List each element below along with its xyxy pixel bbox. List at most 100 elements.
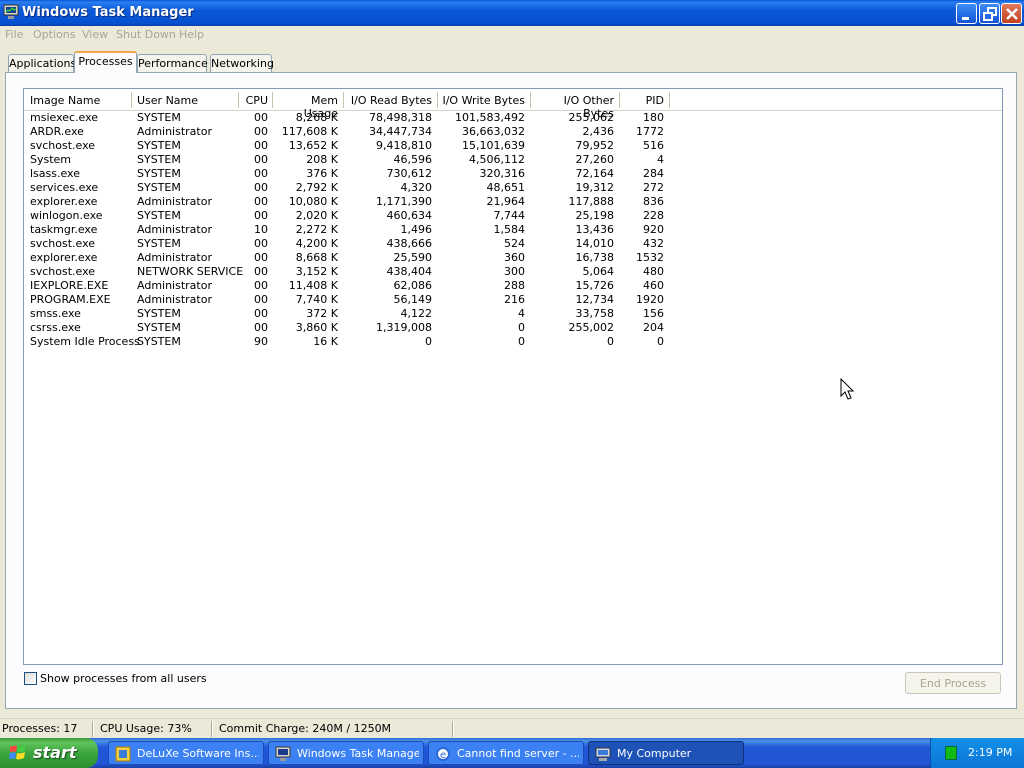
tab-networking[interactable]: Networking xyxy=(210,54,274,72)
process-row[interactable]: csrss.exe SYSTEM 00 3,860 K 1,319,008 0 255,00… xyxy=(24,321,684,335)
tray-cpu-meter-icon[interactable] xyxy=(945,746,957,760)
cell-mem-usage: 4,200 K xyxy=(295,237,338,250)
show-all-users-checkbox[interactable] xyxy=(24,672,37,685)
minimize-button[interactable] xyxy=(956,3,977,24)
mouse-pointer-icon xyxy=(840,378,855,400)
tab-processes[interactable]: Processes xyxy=(74,51,137,73)
start-button[interactable]: start xyxy=(0,738,98,768)
taskbar-item-label: DeLuXe Software Ins... xyxy=(137,747,259,760)
taskbar-item-internet-explorer[interactable]: e Cannot find server - ... xyxy=(428,741,584,765)
tab-performance[interactable]: Performance xyxy=(137,54,208,72)
process-row[interactable]: explorer.exe Administrator 00 8,668 K 25,590… xyxy=(24,251,684,265)
process-row[interactable]: winlogon.exe SYSTEM 00 2,020 K 460,634 7,744 2… xyxy=(24,209,684,223)
process-row[interactable]: svchost.exe SYSTEM 00 13,652 K 9,418,810 15,1… xyxy=(24,139,684,153)
cell-image-name: csrss.exe xyxy=(30,321,81,334)
cell-io-other: 0 xyxy=(607,335,614,348)
cell-io-write: 48,651 xyxy=(486,181,526,194)
restore-button[interactable] xyxy=(979,3,1000,24)
cell-mem-usage: 10,080 K xyxy=(288,195,338,208)
column-divider[interactable] xyxy=(343,92,344,108)
cell-io-other: 117,888 xyxy=(568,195,615,208)
close-button[interactable] xyxy=(1001,3,1022,24)
task-manager-icon xyxy=(275,746,291,761)
column-io-write[interactable]: I/O Write Bytes xyxy=(439,89,525,111)
column-mem-usage[interactable]: Mem Usage xyxy=(274,89,338,120)
column-divider[interactable] xyxy=(530,92,531,108)
column-divider[interactable] xyxy=(238,92,239,108)
taskbar-item-deluxe[interactable]: DeLuXe Software Ins... xyxy=(108,741,264,765)
cell-user-name: SYSTEM xyxy=(137,167,181,180)
menu-options[interactable]: Options xyxy=(33,28,75,41)
cell-io-read: 56,149 xyxy=(393,293,433,306)
cell-io-other: 255,062 xyxy=(568,111,615,124)
title-bar[interactable]: Windows Task Manager xyxy=(0,0,1024,26)
cell-cpu: 00 xyxy=(254,153,268,166)
menu-bar: File Options View Shut Down Help xyxy=(0,26,1024,45)
process-row[interactable]: smss.exe SYSTEM 00 372 K 4,122 4 33,758 156 xyxy=(24,307,684,321)
process-row[interactable]: taskmgr.exe Administrator 10 2,272 K 1,496 1,… xyxy=(24,223,684,237)
cell-user-name: Administrator xyxy=(137,125,212,138)
process-list[interactable]: Image Name User Name CPU Mem Usage I/O R… xyxy=(23,88,1003,665)
cell-user-name: Administrator xyxy=(137,293,212,306)
process-row[interactable]: svchost.exe NETWORK SERVICE 00 3,152 K 438,4… xyxy=(24,265,684,279)
column-pid[interactable]: PID xyxy=(621,89,664,111)
cell-io-read: 9,418,810 xyxy=(376,139,432,152)
cell-image-name: svchost.exe xyxy=(30,265,96,278)
cell-io-write: 0 xyxy=(518,321,525,334)
column-divider[interactable] xyxy=(131,92,132,108)
end-process-button[interactable]: End Process xyxy=(905,672,1001,694)
clock[interactable]: 2:19 PM xyxy=(968,746,1012,759)
cell-io-other: 12,734 xyxy=(575,293,615,306)
column-divider[interactable] xyxy=(669,92,670,108)
column-io-other[interactable]: I/O Other Bytes xyxy=(532,89,614,120)
process-row[interactable]: svchost.exe SYSTEM 00 4,200 K 438,666 524 14,0… xyxy=(24,237,684,251)
process-row[interactable]: System SYSTEM 00 208 K 46,596 4,506,112 27,260… xyxy=(24,153,684,167)
cell-io-other: 72,164 xyxy=(575,167,615,180)
status-divider xyxy=(452,721,454,737)
process-row[interactable]: lsass.exe SYSTEM 00 376 K 730,612 320,316 72,1… xyxy=(24,167,684,181)
menu-help[interactable]: Help xyxy=(179,28,204,41)
menu-file[interactable]: File xyxy=(5,28,23,41)
process-row[interactable]: explorer.exe Administrator 00 10,080 K 1,171… xyxy=(24,195,684,209)
menu-view[interactable]: View xyxy=(82,28,108,41)
process-row[interactable]: ARDR.exe Administrator 00 117,608 K 34,447,7… xyxy=(24,125,684,139)
show-all-users-label[interactable]: Show processes from all users xyxy=(40,672,207,685)
cell-mem-usage: 8,268 K xyxy=(295,111,338,124)
column-image-name[interactable]: Image Name xyxy=(30,89,130,111)
cell-user-name: SYSTEM xyxy=(137,139,181,152)
process-row[interactable]: PROGRAM.EXE Administrator 00 7,740 K 56,149 2… xyxy=(24,293,684,307)
column-io-read[interactable]: I/O Read Bytes xyxy=(345,89,432,111)
taskbar-item-task-manager[interactable]: Windows Task Manager xyxy=(268,741,424,765)
taskbar-item-my-computer[interactable]: My Computer xyxy=(588,741,744,765)
column-divider[interactable] xyxy=(437,92,438,108)
column-divider[interactable] xyxy=(619,92,620,108)
cell-cpu: 00 xyxy=(254,321,268,334)
windows-logo-icon xyxy=(9,745,26,760)
minimize-icon xyxy=(962,17,969,20)
cell-io-read: 46,596 xyxy=(393,153,433,166)
cell-mem-usage: 7,740 K xyxy=(295,293,338,306)
cell-cpu: 00 xyxy=(254,181,268,194)
menu-shut-down[interactable]: Shut Down xyxy=(116,28,176,41)
column-divider[interactable] xyxy=(272,92,273,108)
process-row[interactable]: System Idle Process SYSTEM 90 16 K 0 0 0 0 xyxy=(24,335,684,349)
system-tray: 2:19 PM xyxy=(930,738,1024,768)
cell-cpu: 00 xyxy=(254,139,268,152)
tab-applications[interactable]: Applications xyxy=(8,54,76,72)
column-user-name[interactable]: User Name xyxy=(137,89,237,111)
cell-image-name: explorer.exe xyxy=(30,251,98,264)
process-row[interactable]: IEXPLORE.EXE Administrator 00 11,408 K 62,08… xyxy=(24,279,684,293)
cell-mem-usage: 13,652 K xyxy=(288,139,338,152)
process-row[interactable]: msiexec.exe SYSTEM 00 8,268 K 78,498,318 101,… xyxy=(24,111,684,125)
cell-user-name: NETWORK SERVICE xyxy=(137,265,244,278)
cell-image-name: services.exe xyxy=(30,181,99,194)
cell-cpu: 00 xyxy=(254,293,268,306)
cell-cpu: 00 xyxy=(254,307,268,320)
column-cpu[interactable]: CPU xyxy=(240,89,268,111)
cell-mem-usage: 3,152 K xyxy=(295,265,338,278)
cell-image-name: explorer.exe xyxy=(30,195,98,208)
cell-user-name: SYSTEM xyxy=(137,209,181,222)
process-row[interactable]: services.exe SYSTEM 00 2,792 K 4,320 48,651 19… xyxy=(24,181,684,195)
cell-image-name: svchost.exe xyxy=(30,237,96,250)
cell-io-write: 4 xyxy=(518,307,525,320)
